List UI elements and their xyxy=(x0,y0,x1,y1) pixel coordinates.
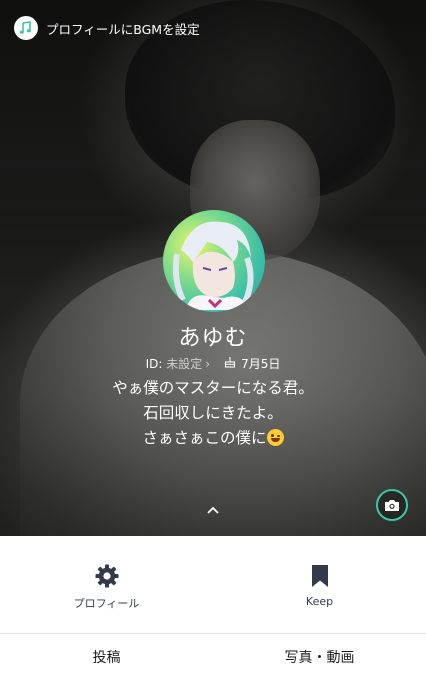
expand-button[interactable] xyxy=(203,502,223,518)
bookmark-icon xyxy=(311,565,328,587)
profile-cover[interactable]: プロフィールにBGMを設定 あゆむ ID: 未設定 › 7月5日 やぁ僕のマスタ… xyxy=(0,0,426,536)
music-note-icon xyxy=(14,16,38,40)
status-message: やぁ僕のマスターになる君。 石回収しにきたよ。 さぁさぁこの僕に xyxy=(0,376,426,451)
profile-meta: ID: 未設定 › 7月5日 xyxy=(0,355,426,372)
profile-name: あゆむ xyxy=(178,326,248,351)
birthday: 7月5日 xyxy=(224,355,280,372)
gear-icon xyxy=(95,564,118,588)
profile-settings-button[interactable]: プロフィール xyxy=(0,536,213,633)
birthday-value: 7月5日 xyxy=(241,357,281,371)
bio-line-last: さぁさぁこの僕に xyxy=(0,426,426,451)
tab-photos-videos[interactable]: 写真・動画 xyxy=(213,634,426,680)
user-id-link[interactable]: ID: 未設定 › xyxy=(146,355,210,372)
winking-face-emoji xyxy=(266,429,284,446)
id-value: 未設定 xyxy=(166,357,203,371)
profile-actions: プロフィール Keep xyxy=(0,536,426,633)
keep-label: Keep xyxy=(305,595,334,608)
camera-icon xyxy=(385,500,399,511)
change-cover-button[interactable] xyxy=(376,489,408,521)
chevron-right-icon: › xyxy=(205,357,211,371)
keep-button[interactable]: Keep xyxy=(213,536,426,633)
bio-line: やぁ僕のマスターになる君。 xyxy=(112,379,314,397)
cake-icon xyxy=(224,356,236,371)
bgm-label: プロフィールにBGMを設定 xyxy=(46,21,200,37)
bgm-setting-button[interactable]: プロフィールにBGMを設定 xyxy=(14,15,200,41)
bio-line: さぁさぁこの僕に xyxy=(142,429,267,447)
bio-line: 石回収しにきたよ。 xyxy=(143,404,283,422)
chevron-up-icon xyxy=(207,506,219,514)
profile-settings-label: プロフィール xyxy=(73,597,140,610)
content-tabs: 投稿 写真・動画 xyxy=(0,634,426,680)
avatar[interactable] xyxy=(163,210,265,312)
id-label: ID: xyxy=(145,357,163,371)
tab-posts[interactable]: 投稿 xyxy=(0,634,213,680)
